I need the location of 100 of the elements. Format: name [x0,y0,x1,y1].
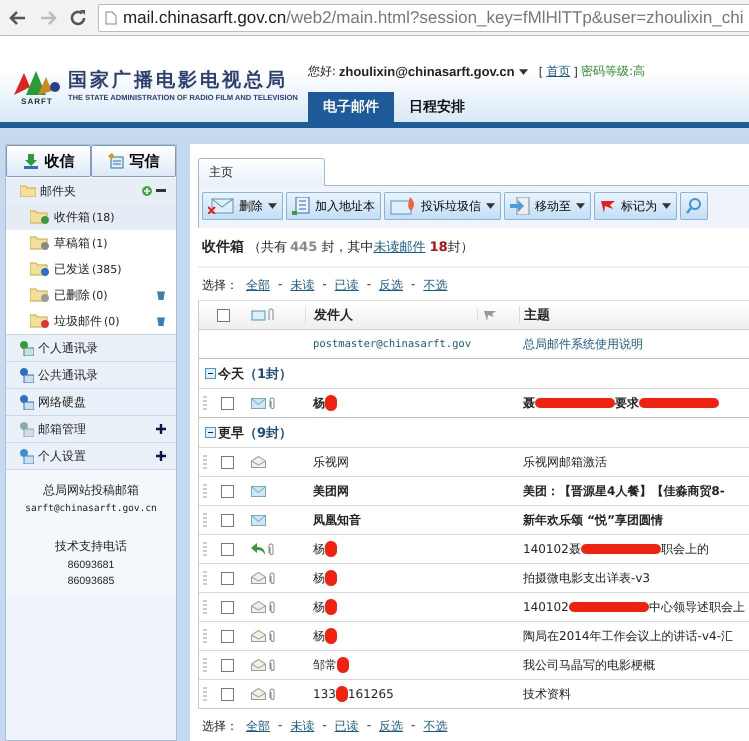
sender-text: 美团网 [313,482,349,500]
subject-text[interactable]: 140102聂 [523,540,581,558]
collapse-icon[interactable] [205,368,216,379]
org-name: 国家广播电影电视总局 [68,68,289,93]
select-link[interactable]: 已读 [334,277,359,294]
paperclip-icon [268,543,274,555]
mail-row[interactable]: 凤凰知音 新年欢乐颂 “悦”享团圆情 [199,505,749,534]
subject-text[interactable]: 技术资料 [523,686,571,702]
checkbox[interactable] [221,658,234,672]
subject-text[interactable]: 陶局在2014年工作会议上的讲话-v4-汇 [523,628,733,644]
user-menu[interactable]: zhoulixin@chinasarft.gov.cn [338,64,528,79]
subject-text[interactable]: 聂 [523,394,535,412]
subject-text[interactable]: 新年欢乐颂 “悦”享团圆情 [523,512,663,528]
sender-text: 杨 [313,394,325,412]
select-link[interactable]: 已读 [334,718,359,735]
toolbar-button[interactable]: 投诉垃圾信 [384,192,501,220]
mail-row[interactable]: 杨 聂 要求 [199,388,749,417]
nav-tab[interactable]: 日程安排 [394,92,480,122]
toolbar-button[interactable] [680,192,708,220]
folder-icon [30,236,50,250]
folder-item[interactable]: 收件箱 (18) [6,204,176,230]
sidebar-section[interactable]: 个人通讯录 [6,334,176,361]
sidebar-section[interactable]: 公共通讯录 [6,361,176,388]
section-icon [18,367,34,383]
reload-icon[interactable] [68,8,88,28]
select-link[interactable]: 未读 [290,718,314,735]
toolbar-button[interactable]: 删除 [202,192,283,220]
sidebar-section[interactable]: 邮箱管理 [6,415,176,442]
select-link[interactable]: 反选 [379,277,404,294]
mail-row[interactable]: 133 161265 技术资料 [199,679,749,708]
mail-row[interactable]: 杨 140102聂 职会上的 [199,534,749,563]
select-link[interactable]: 未读 [290,277,314,294]
home-tab[interactable]: 主页 [198,158,325,186]
move-icon [510,197,530,215]
home-link[interactable]: 首页 [546,63,570,80]
checkbox[interactable] [221,688,234,700]
mail-row[interactable]: 乐视网 乐视网邮箱激活 [199,447,749,476]
separator: - [411,718,416,734]
column-header[interactable]: 发件人 [305,306,477,324]
subject-text[interactable]: 乐视网邮箱激活 [523,454,607,470]
subject-text[interactable]: 我公司马晶写的电影梗概 [523,656,655,674]
checkbox[interactable] [217,308,230,322]
sidebar-section[interactable]: 个人设置 [6,442,176,469]
toolbar-button[interactable]: 移动至 [504,192,591,220]
expand-icon[interactable] [156,424,166,434]
select-link[interactable]: 不选 [423,277,448,294]
mail-row[interactable]: 杨 拍摄微电影支出详表-v3 [199,563,749,592]
checkbox[interactable] [221,456,234,468]
add-icon[interactable] [142,186,152,196]
collapse-icon[interactable] [205,427,216,438]
checkbox[interactable] [221,484,234,498]
select-link[interactable]: 全部 [246,277,270,294]
folder-item[interactable]: 垃圾邮件 (0) [6,308,176,334]
redaction-mark [325,599,337,615]
collapse-icon[interactable] [156,189,166,193]
folder-icon [20,185,36,197]
subject-text[interactable]: 140102 [523,600,569,614]
caret-icon [268,203,277,209]
open-envelope-icon [251,659,266,671]
subject-text[interactable]: 要求 [615,394,639,412]
address-bar[interactable]: mail.chinasarft.gov.cn/web2/main.html?session_key=fMlHlTTp&user=zhoulixin_chi [98,4,749,32]
envelope-icon [390,197,416,215]
envelope-icon [251,486,266,496]
select-link[interactable]: 全部 [246,718,270,735]
mail-row[interactable]: 杨 陶局在2014年工作会议上的讲话-v4-汇 [199,621,749,650]
checkbox[interactable] [221,630,234,642]
section-icon [18,448,34,464]
toolbar-button[interactable]: 加入地址本 [286,192,381,220]
mail-row[interactable]: 美团网 美团：【晋源星4人餐】【佳淼商贸8- [199,476,749,505]
checkbox[interactable] [221,572,234,584]
subject-text[interactable]: 拍摄微电影支出详表-v3 [523,570,650,586]
column-header[interactable]: 主题 [519,306,749,324]
trash-icon[interactable] [156,316,166,326]
caret-icon [662,203,671,209]
checkbox[interactable] [221,600,234,614]
envelope-icon [251,398,266,408]
checkbox[interactable] [221,542,234,556]
mail-row[interactable]: 邹常 我公司马晶写的电影梗概 [199,650,749,679]
select-link[interactable]: 不选 [423,718,448,735]
select-link[interactable]: 反选 [379,718,404,735]
separator: - [411,277,416,293]
compose-button[interactable]: 写信 [91,145,176,177]
subject-text[interactable]: 中心领导述职会上 [648,598,745,616]
mail-row[interactable]: 杨 140102 中心领导述职会上 [199,592,749,621]
receive-button[interactable]: 收信 [6,145,91,177]
folder-item[interactable]: 已发送 (385) [6,256,176,282]
unread-link[interactable]: 未读邮件 [373,240,426,255]
folder-item[interactable]: 已删除 (0) [6,282,176,308]
folder-item[interactable]: 草稿箱 (1) [6,230,176,256]
subject-text[interactable]: 职会上的 [660,540,709,558]
expand-icon[interactable] [156,451,166,461]
checkbox[interactable] [221,396,234,410]
subject-text[interactable]: 美团：【晋源星4人餐】【佳淼商贸8- [523,482,725,500]
nav-tab[interactable]: 电子邮件 [308,92,394,122]
envelope-icon [208,198,234,214]
subject-cell[interactable]: 总局邮件系统使用说明 [519,336,749,352]
checkbox[interactable] [221,514,234,526]
sidebar-section[interactable]: 网络硬盘 [6,388,176,415]
trash-icon[interactable] [156,290,166,300]
toolbar-button[interactable]: 标记为 [594,192,677,220]
